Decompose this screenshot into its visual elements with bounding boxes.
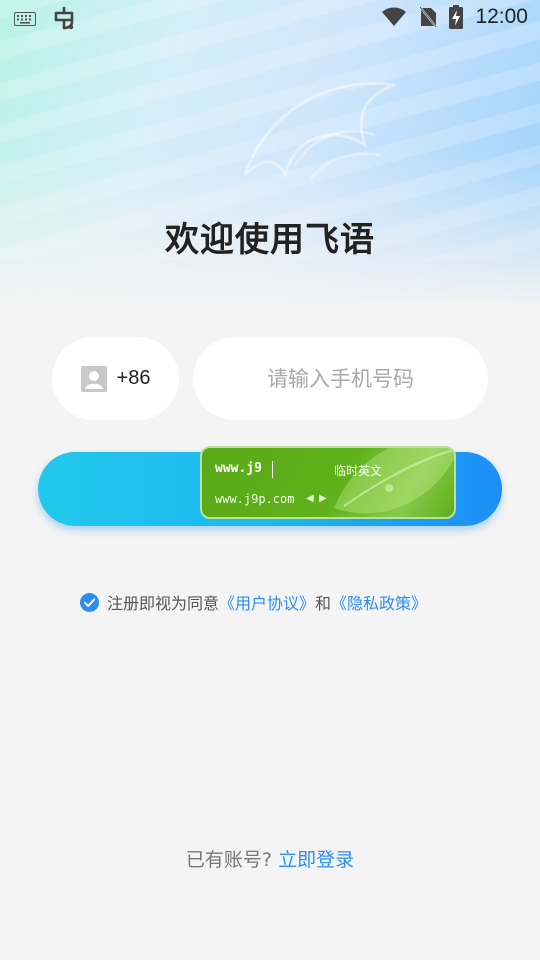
privacy-policy-link[interactable]: 《隐私政策》 <box>331 590 427 614</box>
agreement-row: 注册即视为同意 《用户协议》 和 《隐私政策》 <box>80 590 427 614</box>
ime-next-arrow-icon[interactable]: ▶ <box>319 493 327 504</box>
ime-mode-label[interactable]: 临时英文 <box>334 462 382 479</box>
login-prompt: 已有账号? <box>185 849 273 871</box>
ime-prev-arrow-icon[interactable]: ◀ <box>306 493 314 504</box>
battery-charging-icon <box>449 5 464 29</box>
login-screen: 12:00 欢迎使用飞语 +86 www.j9 临时英文 www.j9p.com… <box>0 0 540 960</box>
country-code-selector[interactable]: +86 <box>52 337 179 420</box>
login-link[interactable]: 立即登录 <box>278 849 354 871</box>
leaf-decoration-icon <box>334 448 454 514</box>
agreement-prefix: 注册即视为同意 <box>107 594 220 613</box>
ime-cursor <box>272 461 273 478</box>
no-sim-icon <box>419 6 438 28</box>
contact-icon <box>80 365 107 392</box>
status-bar: 12:00 <box>0 0 540 38</box>
bug-icon <box>54 6 74 30</box>
agreement-conjunction: 和 <box>315 594 332 613</box>
login-row: 已有账号? 立即登录 <box>0 845 540 872</box>
status-time: 12:00 <box>475 5 528 28</box>
country-code-label: +86 <box>116 367 151 389</box>
keyboard-icon <box>14 12 36 26</box>
agreement-checkbox[interactable] <box>80 592 99 612</box>
ime-candidate-popup: www.j9 临时英文 www.j9p.com ◀ ▶ <box>200 446 456 519</box>
wifi-icon <box>382 7 407 26</box>
ime-composing-text: www.j9 <box>215 461 262 476</box>
ime-candidate-item[interactable]: www.j9p.com <box>215 492 294 506</box>
welcome-title: 欢迎使用飞语 <box>165 220 375 260</box>
user-agreement-link[interactable]: 《用户协议》 <box>219 590 315 614</box>
phone-input[interactable] <box>228 365 453 392</box>
phone-field-container[interactable] <box>193 337 488 420</box>
